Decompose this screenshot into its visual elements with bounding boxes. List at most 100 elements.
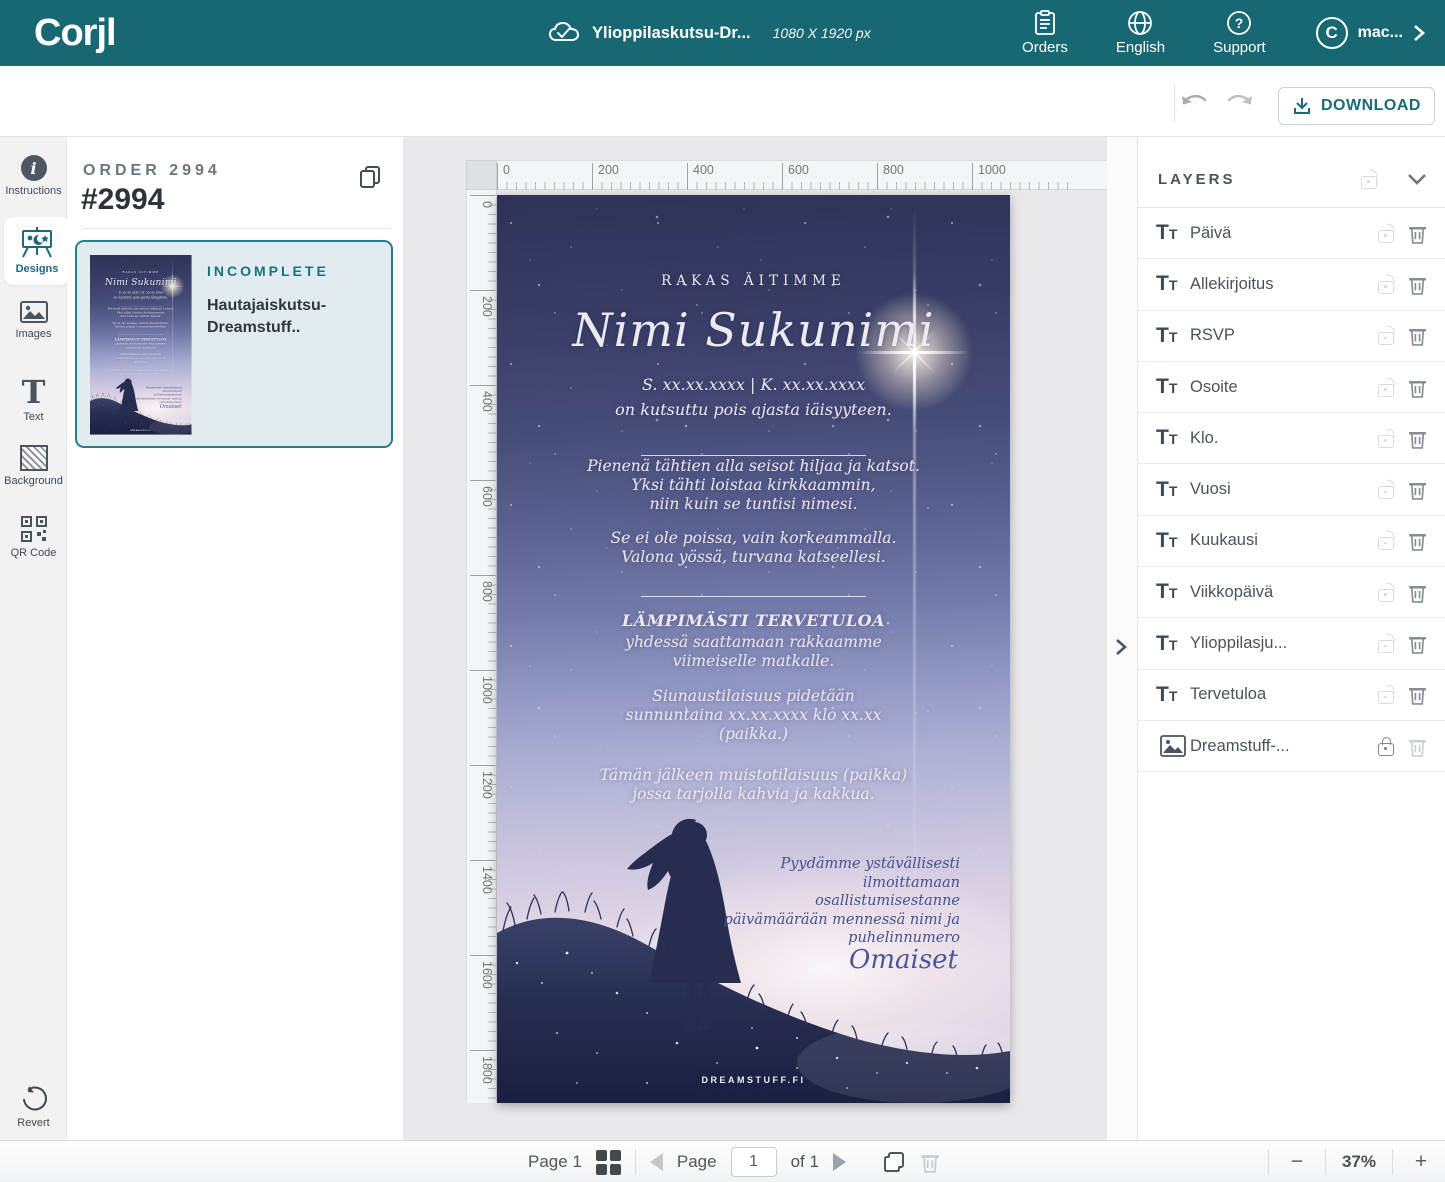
poster-called-line[interactable]: on kutsuttu pois ajasta iäisyyteen. bbox=[90, 296, 192, 300]
duplicate-page-icon[interactable] bbox=[882, 1150, 906, 1174]
lock-icon[interactable] bbox=[1378, 743, 1394, 756]
account-menu[interactable]: C mac... bbox=[1316, 17, 1425, 49]
zoom-in-button[interactable]: + bbox=[1409, 1150, 1433, 1174]
corjl-logo[interactable]: Corjl bbox=[34, 12, 116, 55]
text-layer-icon: TT bbox=[1156, 478, 1190, 502]
layer-row[interactable]: TT Osoite bbox=[1138, 362, 1445, 413]
page-grid-view-icon[interactable] bbox=[596, 1150, 621, 1175]
chevron-down-icon[interactable] bbox=[1407, 172, 1427, 186]
layer-row[interactable]: TT Vuosi bbox=[1138, 464, 1445, 515]
trash-icon[interactable] bbox=[1408, 274, 1427, 295]
tool-qr-code[interactable]: QR Code bbox=[0, 515, 67, 559]
poster-name[interactable]: Nimi Sukunimi bbox=[497, 303, 1010, 357]
tool-text[interactable]: T Text bbox=[0, 377, 67, 423]
file-name[interactable]: Ylioppilaskutsu-Dr... bbox=[592, 24, 751, 43]
poster-signature[interactable]: Omaiset bbox=[142, 404, 182, 410]
footer-divider bbox=[635, 1149, 636, 1175]
footer-divider bbox=[1392, 1149, 1393, 1175]
unlock-icon[interactable] bbox=[1378, 435, 1394, 448]
unlock-icon[interactable] bbox=[1378, 537, 1394, 550]
poster-called-line[interactable]: on kutsuttu pois ajasta iäisyyteen. bbox=[497, 400, 1010, 419]
undo-button[interactable] bbox=[1179, 90, 1209, 112]
ruler-label: 800 bbox=[470, 575, 494, 602]
unlock-icon[interactable] bbox=[1378, 691, 1394, 704]
page-number-input[interactable] bbox=[731, 1147, 777, 1177]
nav-orders[interactable]: Orders bbox=[1022, 10, 1068, 56]
globe-icon bbox=[1127, 10, 1153, 36]
trash-icon[interactable] bbox=[1408, 325, 1427, 346]
trash-icon[interactable] bbox=[1408, 736, 1427, 757]
poster-verse-1[interactable]: Pienenä tähtien alla seisot hiljaa ja ka… bbox=[497, 457, 1010, 514]
trash-icon[interactable] bbox=[1408, 428, 1427, 449]
nav-support[interactable]: ? Support bbox=[1213, 10, 1266, 56]
tool-instructions[interactable]: i Instructions bbox=[0, 155, 67, 197]
layer-row[interactable]: TT Päivä bbox=[1138, 208, 1445, 259]
poster-rsvp-block[interactable]: Pyydämme ystävällisesti ilmoittamaan osa… bbox=[680, 855, 960, 948]
trash-icon[interactable] bbox=[1408, 479, 1427, 500]
layer-row[interactable]: TT Tervetuloa bbox=[1138, 670, 1445, 721]
poster-verse-2[interactable]: Se ei ole poissa, vain korkeammalla. Val… bbox=[497, 529, 1010, 567]
poster-eyebrow[interactable]: RAKAS ÄITIMME bbox=[90, 270, 192, 273]
poster-welcome-title[interactable]: LÄMPIMÄSTI TERVETULOA bbox=[90, 337, 192, 341]
download-button[interactable]: DOWNLOAD bbox=[1278, 87, 1435, 125]
layers-title: LAYERS bbox=[1158, 171, 1361, 188]
next-page-arrow[interactable] bbox=[833, 1153, 846, 1171]
poster-verse-1[interactable]: Pienenä tähtien alla seisot hiljaa ja ka… bbox=[90, 307, 192, 318]
poster-rsvp-block[interactable]: Pyydämme ystävällisesti ilmoittamaan osa… bbox=[126, 386, 181, 404]
poster-welcome-title[interactable]: LÄMPIMÄSTI TERVETULOA bbox=[497, 611, 1010, 630]
collapse-panel-chevron-icon[interactable] bbox=[1114, 637, 1128, 657]
trash-icon[interactable] bbox=[1408, 684, 1427, 705]
unlock-icon[interactable] bbox=[1378, 332, 1394, 345]
nav-language[interactable]: English bbox=[1116, 10, 1165, 56]
canvas-area: 02004006008001000 0200400600800100012001… bbox=[403, 137, 1107, 1140]
poster-footer-brand: DREAMSTUFF.FI bbox=[90, 429, 192, 431]
trash-icon[interactable] bbox=[1408, 223, 1427, 244]
zoom-out-button[interactable]: − bbox=[1285, 1150, 1309, 1174]
poster-dates[interactable]: S. xx.xx.xxxx | K. xx.xx.xxxx bbox=[90, 291, 192, 295]
poster-memorial-lines[interactable]: Tämän jälkeen muistotilaisuus (paikka) j… bbox=[90, 368, 192, 376]
redo-button[interactable] bbox=[1225, 90, 1255, 112]
layer-row[interactable]: TT Dreamstuff-... bbox=[1138, 721, 1445, 772]
trash-icon[interactable] bbox=[1408, 377, 1427, 398]
design-card[interactable]: RAKAS ÄITIMME Nimi Sukunimi S. xx.xx.xxx… bbox=[75, 240, 393, 448]
poster-memorial-lines[interactable]: Tämän jälkeen muistotilaisuus (paikka) j… bbox=[497, 766, 1010, 804]
trash-icon[interactable] bbox=[1408, 582, 1427, 603]
poster-welcome-lines[interactable]: yhdessä saattamaan rakkaamme viimeiselle… bbox=[497, 633, 1010, 671]
tool-images[interactable]: Images bbox=[0, 300, 67, 340]
layer-row[interactable]: TT Ylioppilasju... bbox=[1138, 618, 1445, 669]
unlock-icon[interactable] bbox=[1378, 486, 1394, 499]
layer-row[interactable]: TT RSVP bbox=[1138, 311, 1445, 362]
unlock-icon[interactable] bbox=[1378, 589, 1394, 602]
poster-service-lines[interactable]: Siunaustilaisuus pidetään sunnuntaina xx… bbox=[497, 687, 1010, 744]
layer-name: Vuosi bbox=[1190, 480, 1378, 499]
poster-signature[interactable]: Omaiset bbox=[758, 945, 958, 975]
trash-icon[interactable] bbox=[1408, 530, 1427, 551]
poster-service-lines[interactable]: Siunaustilaisuus pidetään sunnuntaina xx… bbox=[90, 352, 192, 363]
text-layer-icon: TT bbox=[1156, 529, 1190, 553]
poster-welcome-lines[interactable]: yhdessä saattamaan rakkaamme viimeiselle… bbox=[90, 342, 192, 350]
image-layer-icon bbox=[1156, 735, 1190, 757]
revert-button[interactable]: Revert bbox=[0, 1085, 67, 1129]
unlock-icon[interactable] bbox=[1378, 281, 1394, 294]
unlock-icon[interactable] bbox=[1378, 384, 1394, 397]
unlock-icon[interactable] bbox=[1378, 640, 1394, 653]
support-label: Support bbox=[1213, 39, 1266, 56]
unlock-all-icon[interactable] bbox=[1361, 176, 1377, 189]
layer-row[interactable]: TT Kuukausi bbox=[1138, 516, 1445, 567]
ruler-label: 200 bbox=[592, 163, 619, 189]
tool-background[interactable]: Background bbox=[0, 445, 67, 487]
copy-order-icon[interactable] bbox=[359, 165, 381, 189]
trash-icon[interactable] bbox=[1408, 633, 1427, 654]
unlock-icon[interactable] bbox=[1378, 230, 1394, 243]
tool-designs[interactable]: Designs bbox=[4, 217, 70, 285]
delete-page-icon[interactable] bbox=[920, 1151, 940, 1173]
design-canvas[interactable]: RAKAS ÄITIMME Nimi Sukunimi S. xx.xx.xxx… bbox=[497, 195, 1010, 1103]
poster-dates[interactable]: S. xx.xx.xxxx | K. xx.xx.xxxx bbox=[497, 375, 1010, 394]
layer-row[interactable]: TT Klo. bbox=[1138, 413, 1445, 464]
layer-row[interactable]: TT Allekirjoitus bbox=[1138, 259, 1445, 310]
previous-page-arrow[interactable] bbox=[650, 1153, 663, 1171]
poster-verse-2[interactable]: Se ei ole poissa, vain korkeammalla. Val… bbox=[90, 321, 192, 329]
poster-eyebrow[interactable]: RAKAS ÄITIMME bbox=[497, 273, 1010, 289]
poster-name[interactable]: Nimi Sukunimi bbox=[90, 276, 192, 287]
layer-row[interactable]: TT Viikkopäivä bbox=[1138, 567, 1445, 618]
